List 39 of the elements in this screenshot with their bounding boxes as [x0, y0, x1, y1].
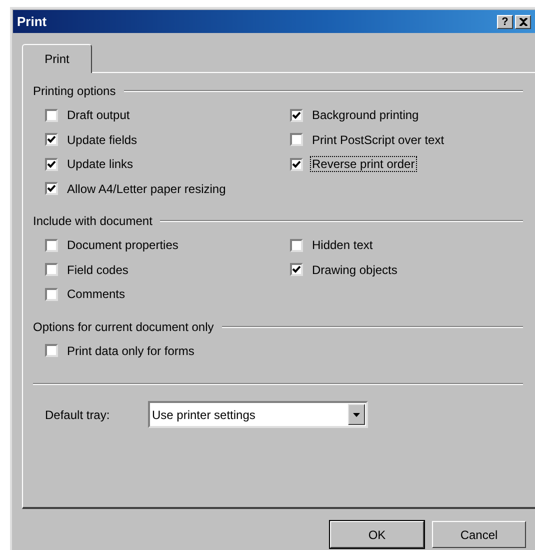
checkbox-label[interactable]: Background printing: [310, 107, 421, 124]
dropdown-arrow-icon: [353, 412, 360, 416]
checkbox-label[interactable]: Allow A4/Letter paper resizing: [65, 180, 228, 197]
checkbox[interactable]: [290, 133, 303, 146]
checkbox-label[interactable]: Field codes: [65, 262, 130, 278]
checkbox[interactable]: [45, 288, 58, 301]
checkbox-label[interactable]: Print data only for forms: [65, 342, 196, 359]
checkbox[interactable]: [290, 108, 303, 122]
checkbox[interactable]: [45, 182, 58, 196]
checkbox[interactable]: [45, 263, 58, 276]
checkbox-label[interactable]: Reverse print order: [310, 156, 417, 172]
checkbox[interactable]: [45, 133, 58, 146]
tab[interactable]: Print: [22, 44, 92, 73]
cancel-button[interactable]: Cancel: [432, 521, 526, 548]
checkbox[interactable]: [290, 158, 303, 171]
field-label: Default tray:: [45, 408, 111, 422]
checkbox-label[interactable]: Update fields: [65, 132, 140, 148]
checkbox[interactable]: [45, 238, 58, 252]
close-icon: [518, 18, 528, 26]
checkbox[interactable]: [45, 158, 58, 171]
checkbox[interactable]: [290, 238, 303, 252]
checkbox-label[interactable]: Print PostScript over text: [310, 132, 446, 148]
checkbox-label[interactable]: Comments: [65, 286, 128, 302]
close-button[interactable]: [515, 14, 531, 28]
group-label: Printing options: [33, 84, 116, 98]
group-label: Include with document: [33, 214, 152, 228]
checkbox-label[interactable]: Drawing objects: [310, 262, 400, 278]
checkbox[interactable]: [45, 344, 58, 358]
tray-dropdown[interactable]: Use printer settings: [148, 401, 368, 428]
checkbox-label[interactable]: Hidden text: [310, 237, 375, 254]
checkbox[interactable]: [45, 108, 58, 122]
help-button[interactable]: ?: [497, 14, 513, 28]
ok-button[interactable]: OK: [330, 521, 424, 548]
checkbox-label[interactable]: Document properties: [65, 237, 180, 254]
checkbox[interactable]: [290, 263, 303, 276]
checkbox-label[interactable]: Update links: [65, 156, 136, 172]
checkbox-label[interactable]: Draft output: [65, 107, 132, 124]
window-title: Print: [17, 14, 47, 29]
group-label: Options for current document only: [33, 320, 214, 334]
